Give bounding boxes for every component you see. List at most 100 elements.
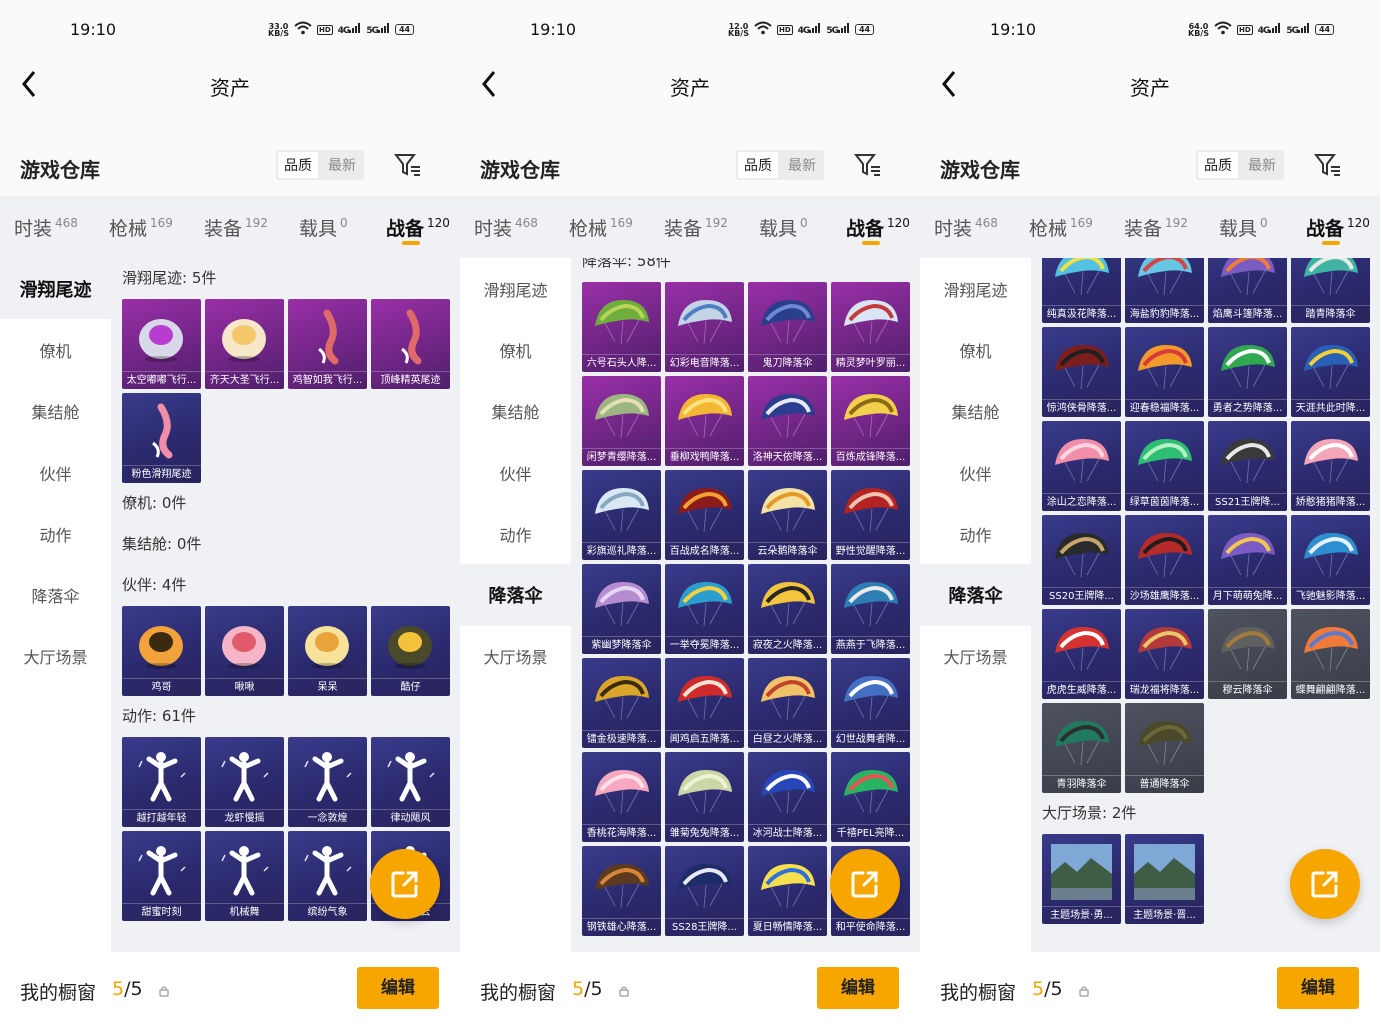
- item-card[interactable]: 惊鸿侠骨降落...: [1042, 327, 1121, 417]
- item-card[interactable]: 缤纷气象: [288, 831, 367, 921]
- tab-fashion[interactable]: 时装 468: [460, 196, 555, 258]
- sidebar-item[interactable]: 僚机: [920, 319, 1031, 380]
- item-card[interactable]: 律动飓风: [371, 737, 450, 827]
- item-card[interactable]: 幻彩电音降落...: [665, 282, 744, 372]
- sidebar-item[interactable]: 滑翔尾迹: [920, 258, 1031, 319]
- item-card[interactable]: 机械舞: [205, 831, 284, 921]
- sidebar-item[interactable]: 集结舱: [0, 381, 111, 442]
- sidebar-item[interactable]: 滑翔尾迹: [460, 258, 571, 319]
- filter-icon[interactable]: [1313, 152, 1342, 178]
- item-card[interactable]: 瑞龙福将降落...: [1125, 609, 1204, 699]
- share-button[interactable]: [830, 849, 900, 919]
- item-card[interactable]: 六号石头人降...: [582, 282, 661, 372]
- item-card[interactable]: 踏青降落伞: [1291, 258, 1370, 323]
- sort-newest-button[interactable]: 最新: [780, 150, 824, 180]
- item-card[interactable]: SS21王牌降...: [1208, 421, 1287, 511]
- tab-vehicles[interactable]: 载具 0: [285, 196, 380, 258]
- item-card[interactable]: 百战成名降落...: [665, 470, 744, 560]
- item-card[interactable]: 呆呆: [288, 606, 367, 696]
- item-card[interactable]: 迎春稳福降落...: [1125, 327, 1204, 417]
- item-card[interactable]: 粉色滑翔尾迹: [122, 393, 201, 483]
- item-card[interactable]: 垂柳戏鸭降落...: [665, 376, 744, 466]
- item-card[interactable]: 闲梦青缨降落...: [582, 376, 661, 466]
- sort-quality-button[interactable]: 品质: [738, 152, 778, 178]
- sidebar-item[interactable]: 降落伞: [0, 564, 111, 625]
- sidebar-item[interactable]: 降落伞: [920, 564, 1031, 626]
- sidebar-item[interactable]: 伙伴: [460, 442, 571, 503]
- item-card[interactable]: 涂山之恋降落...: [1042, 421, 1121, 511]
- item-card[interactable]: 鬼刀降落伞: [748, 282, 827, 372]
- tab-vehicles[interactable]: 载具 0: [745, 196, 840, 258]
- sidebar-item[interactable]: 动作: [920, 503, 1031, 564]
- item-card[interactable]: 海盐豹豹降落...: [1125, 258, 1204, 323]
- sidebar-item[interactable]: 集结舱: [920, 381, 1031, 442]
- item-card[interactable]: 勇者之势降落...: [1208, 327, 1287, 417]
- item-card[interactable]: 钢铁雄心降落...: [582, 846, 661, 936]
- item-card[interactable]: 纯真汲花降落...: [1042, 258, 1121, 323]
- item-card[interactable]: 蝶舞翩翩降落...: [1291, 609, 1370, 699]
- item-card[interactable]: 娇憨猪猪降落...: [1291, 421, 1370, 511]
- sort-newest-button[interactable]: 最新: [1240, 150, 1284, 180]
- sidebar-item[interactable]: 集结舱: [460, 381, 571, 442]
- item-card[interactable]: 沙场雄鹰降落...: [1125, 515, 1204, 605]
- item-card[interactable]: 精灵梦叶罗丽...: [831, 282, 910, 372]
- item-card[interactable]: 普通降落伞: [1125, 703, 1204, 793]
- tab-readiness[interactable]: 战备 120: [380, 196, 460, 258]
- item-card[interactable]: 白昼之火降落...: [748, 658, 827, 748]
- item-card[interactable]: 冰河战士降落...: [748, 752, 827, 842]
- tab-firearms[interactable]: 枪械 169: [95, 196, 190, 258]
- edit-button[interactable]: 编辑: [1277, 967, 1359, 1009]
- item-card[interactable]: 焰鹰斗篷降落...: [1208, 258, 1287, 323]
- item-card[interactable]: 鸡智如我飞行...: [288, 299, 367, 389]
- sidebar-item[interactable]: 大厅场景: [460, 626, 571, 687]
- item-card[interactable]: 洛神天依降落...: [748, 376, 827, 466]
- sort-quality-button[interactable]: 品质: [1198, 152, 1238, 178]
- item-card[interactable]: 天涯共此时降...: [1291, 327, 1370, 417]
- tab-vehicles[interactable]: 载具 0: [1205, 196, 1300, 258]
- share-button[interactable]: [370, 849, 440, 919]
- item-card[interactable]: 夏日畅情降落...: [748, 846, 827, 936]
- item-card[interactable]: 彩旗巡礼降落...: [582, 470, 661, 560]
- item-card[interactable]: 甜蜜时刻: [122, 831, 201, 921]
- item-card[interactable]: 香桃花海降落...: [582, 752, 661, 842]
- edit-button[interactable]: 编辑: [357, 967, 439, 1009]
- item-card[interactable]: 一举夺冕降落...: [665, 564, 744, 654]
- item-card[interactable]: SS28王牌降...: [665, 846, 744, 936]
- item-card[interactable]: 寂夜之火降落...: [748, 564, 827, 654]
- tab-readiness[interactable]: 战备 120: [840, 196, 920, 258]
- item-card[interactable]: 一念敦煌: [288, 737, 367, 827]
- item-card[interactable]: 紫幽梦降落伞: [582, 564, 661, 654]
- item-card[interactable]: 主题场景·晋...: [1125, 834, 1204, 924]
- item-card[interactable]: 鸡哥: [122, 606, 201, 696]
- sort-quality-button[interactable]: 品质: [278, 152, 318, 178]
- item-card[interactable]: 月下萌萌兔降...: [1208, 515, 1287, 605]
- item-card[interactable]: SS20王牌降...: [1042, 515, 1121, 605]
- item-card[interactable]: 青羽降落伞: [1042, 703, 1121, 793]
- item-card[interactable]: 绿草茵茵降落...: [1125, 421, 1204, 511]
- item-card[interactable]: 主题场景·勇...: [1042, 834, 1121, 924]
- item-card[interactable]: 飞驰魅影降落...: [1291, 515, 1370, 605]
- item-card[interactable]: 啾啾: [205, 606, 284, 696]
- sidebar-item[interactable]: 伙伴: [0, 442, 111, 503]
- sidebar-item[interactable]: 僚机: [460, 319, 571, 380]
- item-card[interactable]: 镭金极速降落...: [582, 658, 661, 748]
- sidebar-item[interactable]: 僚机: [0, 319, 111, 380]
- item-card[interactable]: 闻鸡启五降落...: [665, 658, 744, 748]
- tab-equipment[interactable]: 装备 192: [650, 196, 745, 258]
- item-card[interactable]: 龙虾慢摇: [205, 737, 284, 827]
- share-button[interactable]: [1290, 849, 1360, 919]
- item-card[interactable]: 越打越年轻: [122, 737, 201, 827]
- sidebar-item[interactable]: 降落伞: [460, 564, 571, 626]
- tab-equipment[interactable]: 装备 192: [1110, 196, 1205, 258]
- item-card[interactable]: 虎虎生威降落...: [1042, 609, 1121, 699]
- tab-fashion[interactable]: 时装 468: [920, 196, 1015, 258]
- item-card[interactable]: 雏菊兔兔降落...: [665, 752, 744, 842]
- item-card[interactable]: 千禧PEL亮降...: [831, 752, 910, 842]
- sidebar-item[interactable]: 大厅场景: [0, 626, 111, 687]
- item-card[interactable]: 燕燕于飞降落...: [831, 564, 910, 654]
- item-card[interactable]: 百炼成锋降落...: [831, 376, 910, 466]
- item-card[interactable]: 云朵鹅降落伞: [748, 470, 827, 560]
- item-card[interactable]: 野性觉醒降落...: [831, 470, 910, 560]
- item-card[interactable]: 酷仔: [371, 606, 450, 696]
- filter-icon[interactable]: [853, 152, 882, 178]
